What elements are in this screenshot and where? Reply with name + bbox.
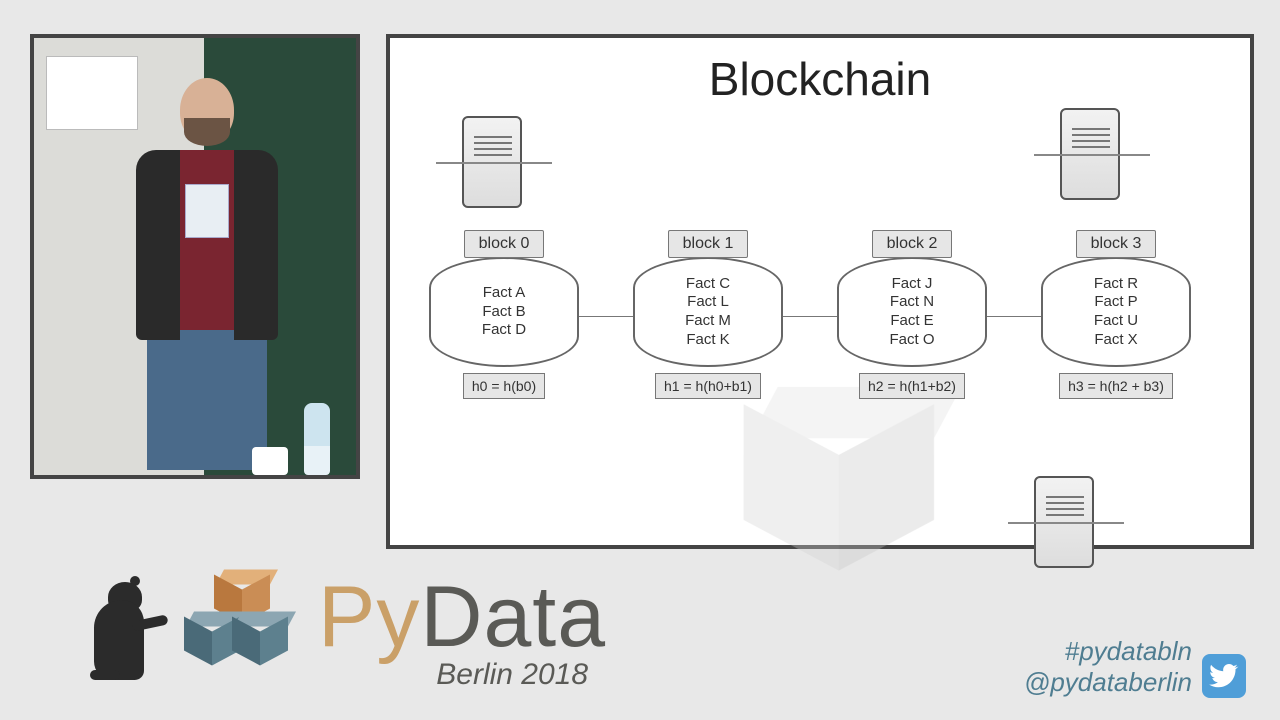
block-fact: Fact K xyxy=(686,331,729,350)
block-fact: Fact A xyxy=(483,284,526,303)
block-fact: Fact L xyxy=(687,293,729,312)
block-hash: h0 = h(b0) xyxy=(463,373,545,399)
logo-subtitle: Berlin 2018 xyxy=(436,658,588,692)
block-fact: Fact X xyxy=(1094,331,1137,350)
server-icon xyxy=(462,116,522,208)
server-icon xyxy=(1060,108,1120,200)
event-handle: @pydataberlin xyxy=(1024,667,1192,698)
block-label: block 0 xyxy=(464,230,545,258)
slide-title: Blockchain xyxy=(418,52,1222,106)
speaker-video xyxy=(30,34,360,479)
pydata-logo: PyData Berlin 2018 xyxy=(88,572,606,692)
block-fact: Fact D xyxy=(482,321,526,340)
block-2: block 2 Fact J Fact N Fact E Fact O h2 =… xyxy=(834,230,990,399)
block-body: Fact R Fact P Fact U Fact X xyxy=(1041,257,1191,367)
block-fact: Fact O xyxy=(889,331,934,350)
speaker-figure xyxy=(132,78,282,478)
block-fact: Fact C xyxy=(686,275,730,294)
block-fact: Fact J xyxy=(892,275,933,294)
social-tags: #pydatabln @pydataberlin xyxy=(1024,636,1246,698)
logo-wordmark: PyData xyxy=(318,579,606,656)
block-fact: Fact R xyxy=(1094,275,1138,294)
logo-prefix: Py xyxy=(318,569,420,665)
water-bottle xyxy=(304,403,330,475)
pydata-cubes-icon xyxy=(176,572,296,692)
blockchain-row: block 0 Fact A Fact B Fact D h0 = h(b0) … xyxy=(426,230,1222,399)
event-hashtag: #pydatabln xyxy=(1024,636,1192,667)
block-body: Fact J Fact N Fact E Fact O xyxy=(837,257,987,367)
block-fact: Fact B xyxy=(482,303,525,322)
block-0: block 0 Fact A Fact B Fact D h0 = h(b0) xyxy=(426,230,582,399)
block-body: Fact C Fact L Fact M Fact K xyxy=(633,257,783,367)
twitter-icon xyxy=(1202,654,1246,698)
block-fact: Fact N xyxy=(890,293,934,312)
block-fact: Fact E xyxy=(890,312,933,331)
block-label: block 1 xyxy=(668,230,749,258)
block-fact: Fact M xyxy=(685,312,731,331)
block-hash: h1 = h(h0+b1) xyxy=(655,373,761,399)
block-label: block 3 xyxy=(1076,230,1157,258)
server-row-top xyxy=(418,112,1222,230)
block-body: Fact A Fact B Fact D xyxy=(429,257,579,367)
block-hash: h3 = h(h2 + b3) xyxy=(1059,373,1173,399)
block-label: block 2 xyxy=(872,230,953,258)
block-3: block 3 Fact R Fact P Fact U Fact X h3 =… xyxy=(1038,230,1194,399)
block-fact: Fact U xyxy=(1094,312,1138,331)
mug xyxy=(252,447,288,475)
berlin-bear-icon xyxy=(88,582,158,692)
block-hash: h2 = h(h1+b2) xyxy=(859,373,965,399)
block-1: block 1 Fact C Fact L Fact M Fact K h1 =… xyxy=(630,230,786,399)
block-fact: Fact P xyxy=(1094,293,1137,312)
footer-branding: PyData Berlin 2018 #pydatabln @pydataber… xyxy=(0,520,1280,720)
logo-suffix: Data xyxy=(420,569,606,665)
